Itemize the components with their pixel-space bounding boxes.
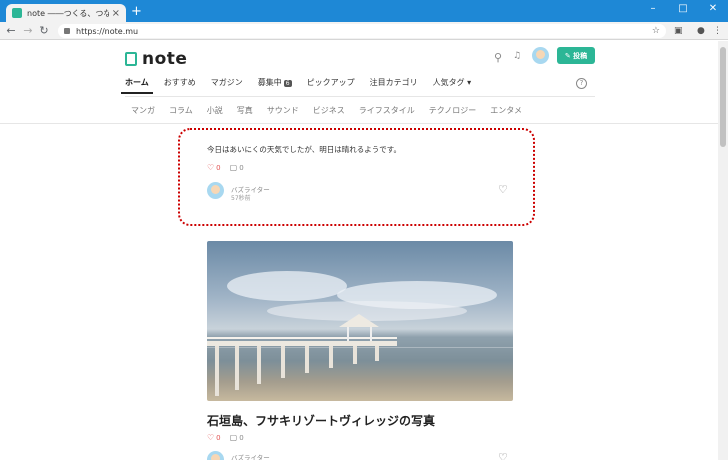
post-button[interactable]: ✎ 投稿 [557, 47, 595, 64]
user-avatar[interactable] [532, 47, 549, 64]
heart-icon[interactable]: ♡ [207, 433, 214, 442]
back-button[interactable]: ← [4, 24, 18, 38]
category-column[interactable]: コラム [169, 105, 193, 116]
pier-post [375, 346, 379, 361]
like-heart-icon[interactable]: ♡ [498, 183, 508, 196]
photo-cloud [227, 271, 347, 301]
scrollbar-thumb[interactable] [720, 47, 726, 147]
gazebo-roof [339, 314, 379, 327]
nav-magazine[interactable]: マガジン [211, 77, 243, 94]
pier-post [215, 346, 219, 396]
comment-count: 0 [239, 433, 244, 442]
maximize-button[interactable]: □ [668, 2, 698, 16]
category-manga[interactable]: マンガ [131, 105, 155, 116]
nav-pickup[interactable]: ピックアップ [307, 77, 355, 94]
highlight-annotation [178, 128, 535, 226]
browser-toolbar: ← → ↻ https://note.mu ☆ ▣ ● ⋮ [0, 22, 728, 40]
category-entertainment[interactable]: エンタメ [490, 105, 522, 116]
category-technology[interactable]: テクノロジー [429, 105, 477, 116]
nav-featured-category-label: 注目カテゴリ [369, 78, 418, 87]
category-divider [0, 123, 718, 124]
extension-icon[interactable]: ▣ [674, 25, 683, 37]
note-stats: ♡ 0 ▢ 0 [207, 163, 244, 172]
nav-pickup-label: ピックアップ [306, 78, 355, 87]
nav-popular-tags-label: 人気タグ ▾ [432, 78, 472, 87]
page-scrollbar[interactable] [718, 41, 728, 460]
menu-icon[interactable]: ⋮ [713, 25, 722, 37]
category-novel[interactable]: 小説 [207, 105, 223, 116]
pier-post [281, 346, 285, 378]
nav-popular-tags[interactable]: 人気タグ ▾ [433, 77, 472, 94]
help-icon[interactable]: ? [576, 78, 587, 89]
title-bar: note ――つくる、つながる、とどける。 × + – □ ✕ [0, 0, 728, 22]
lock-icon [64, 28, 70, 34]
nav-home[interactable]: ホーム [121, 77, 153, 94]
recruiting-count-badge: 6 [283, 80, 292, 87]
pier-post [235, 346, 239, 390]
pier-post [329, 346, 333, 368]
like-count: 0 [216, 163, 221, 172]
note-favicon-icon [12, 8, 22, 18]
heart-icon[interactable]: ♡ [207, 163, 214, 172]
profile-icon[interactable]: ● [697, 25, 705, 37]
post-time: 57秒前 [231, 195, 251, 202]
logo-text: note [142, 49, 188, 69]
global-nav: ホーム おすすめ マガジン 募集中 6 ピックアップ 注目カテゴリ 人気タグ ▾ [121, 77, 486, 94]
address-bar[interactable]: https://note.mu ☆ [58, 24, 666, 38]
page-content: note ⚲ ♫ ✎ 投稿 ホーム おすすめ マガジン 募集中 6 ピックアップ … [0, 41, 718, 460]
tab-close-icon[interactable]: × [112, 8, 120, 19]
gazebo-body [347, 327, 372, 341]
new-tab-button[interactable]: + [131, 5, 142, 19]
tab-title: note ――つくる、つながる、とどける。 [27, 8, 109, 18]
comment-icon[interactable]: ▢ [230, 433, 238, 442]
reload-button[interactable]: ↻ [37, 24, 51, 38]
nav-recruiting-label: 募集中 [257, 78, 282, 87]
pier-post [353, 346, 357, 364]
category-nav: マンガ コラム 小説 写真 サウンド ビジネス ライフスタイル テクノロジー エ… [131, 105, 536, 116]
category-sound[interactable]: サウンド [267, 105, 299, 116]
nav-divider [125, 96, 595, 97]
like-heart-icon[interactable]: ♡ [498, 451, 508, 460]
nav-magazine-label: マガジン [210, 78, 243, 87]
article-photo[interactable] [207, 241, 513, 401]
note-logo[interactable]: note [125, 49, 187, 69]
browser-tab[interactable]: note ――つくる、つながる、とどける。 × [6, 4, 126, 22]
nav-recommended-label: おすすめ [163, 78, 196, 87]
category-business[interactable]: ビジネス [313, 105, 345, 116]
close-window-button[interactable]: ✕ [698, 2, 728, 16]
nav-recommended[interactable]: おすすめ [164, 77, 196, 94]
category-photo[interactable]: 写真 [237, 105, 253, 116]
note-logo-icon [125, 52, 137, 66]
comment-count: 0 [239, 163, 244, 172]
article-stats: ♡ 0 ▢ 0 [207, 433, 244, 442]
photo-horizon [207, 347, 513, 348]
minimize-button[interactable]: – [638, 2, 668, 16]
browser-window: note ――つくる、つながる、とどける。 × + – □ ✕ ← → ↻ ht… [0, 0, 728, 460]
pier-post [257, 346, 261, 384]
article-title[interactable]: 石垣島、フサキリゾートヴィレッジの写真 [207, 412, 435, 429]
author-avatar[interactable] [207, 182, 224, 199]
search-icon[interactable]: ⚲ [494, 51, 502, 64]
forward-button[interactable]: → [21, 24, 35, 38]
pier-post [305, 346, 309, 373]
nav-home-label: ホーム [125, 78, 149, 87]
note-text[interactable]: 今日はあいにくの天気でしたが、明日は晴れるようです。 [207, 144, 401, 155]
comment-icon[interactable]: ▢ [230, 163, 238, 172]
url-text: https://note.mu [76, 26, 139, 36]
bookmark-star-icon[interactable]: ☆ [652, 26, 660, 36]
nav-recruiting[interactable]: 募集中 6 [258, 77, 292, 94]
bell-icon[interactable]: ♫ [513, 51, 521, 61]
author-avatar[interactable] [207, 451, 224, 460]
author-name[interactable]: バズライター [231, 452, 270, 460]
nav-featured-category[interactable]: 注目カテゴリ [370, 77, 418, 94]
like-count: 0 [216, 433, 221, 442]
category-lifestyle[interactable]: ライフスタイル [359, 105, 415, 116]
